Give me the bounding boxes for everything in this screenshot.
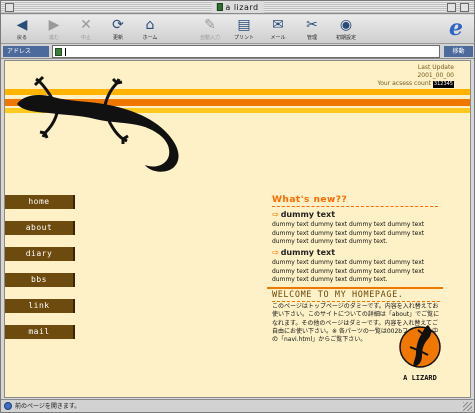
welcome-divider — [272, 301, 440, 302]
nav-diary-label: diary — [25, 249, 53, 258]
address-label: アドレス — [3, 46, 49, 57]
arrow-bullet-icon: ⇨ — [272, 248, 279, 257]
news-item-body: dummy text dummy text dummy text dummy t… — [272, 221, 425, 245]
back-arrow-icon: ◀ — [16, 17, 28, 33]
access-counter: 312345 — [432, 81, 454, 88]
welcome-title: WELCOME TO MY HOMEPAGE. — [272, 290, 404, 300]
back-button[interactable]: ◀ 戻る — [7, 16, 37, 43]
access-count-row: Your acsess count 312345 — [377, 80, 454, 88]
forward-arrow-icon: ▶ — [48, 17, 60, 33]
print-label: プリント — [233, 35, 254, 41]
home-button[interactable]: ⌂ ホーム — [135, 16, 165, 43]
browser-window: a lizard ◀ 戻る ▶ 進む ✕ 中止 ⟳ 更新 ⌂ ホーム ✎ 自動入… — [0, 0, 475, 413]
web-page: Last Update 2001_00_00 Your acsess count… — [4, 60, 471, 398]
go-button[interactable]: 移動 — [444, 46, 473, 57]
print-icon: ▤ — [237, 17, 251, 33]
preferences-icon: ◉ — [339, 17, 353, 33]
home-label: ホーム — [142, 35, 158, 41]
autofill-icon: ✎ — [204, 17, 216, 33]
browser-toolbar: ◀ 戻る ▶ 進む ✕ 中止 ⟳ 更新 ⌂ ホーム ✎ 自動入力 ▤ プリント … — [1, 15, 474, 44]
nav-bbs[interactable]: bbs — [5, 273, 75, 287]
mail-label: メール — [270, 35, 286, 41]
forward-label: 進む — [48, 35, 59, 41]
refresh-button[interactable]: ⟳ 更新 — [103, 16, 133, 43]
last-update-label: Last Update — [417, 64, 454, 71]
address-input[interactable] — [52, 45, 440, 58]
status-bar: 前のページを開きます。 — [1, 399, 474, 412]
autofill-button[interactable]: ✎ 自動入力 — [195, 16, 225, 43]
preferences-label: 初期設定 — [335, 35, 356, 41]
nav-link-label: link — [28, 301, 50, 310]
window-title: a lizard — [211, 1, 264, 13]
windowshade-box[interactable] — [460, 3, 469, 12]
window-title-text: a lizard — [225, 2, 259, 12]
nav-mail[interactable]: mail — [5, 325, 75, 339]
tools-label: 管理 — [306, 35, 317, 41]
section-divider — [267, 287, 443, 289]
document-icon — [216, 3, 223, 11]
arrow-bullet-icon: ⇨ — [272, 210, 279, 219]
access-count-label: Your acsess count — [377, 80, 431, 87]
nav-bbs-label: bbs — [31, 275, 47, 284]
autofill-label: 自動入力 — [199, 35, 220, 41]
page-proxy-icon[interactable] — [55, 48, 62, 56]
last-update-date: 2001_00_00 — [417, 72, 454, 79]
resize-grip[interactable] — [463, 402, 472, 411]
preferences-button[interactable]: ◉ 初期設定 — [331, 16, 361, 43]
forward-button[interactable]: ▶ 進む — [39, 16, 69, 43]
refresh-label: 更新 — [112, 35, 123, 41]
address-bar: アドレス 移動 — [1, 44, 474, 59]
close-box[interactable] — [5, 3, 14, 12]
refresh-icon: ⟳ — [112, 17, 124, 33]
lizard-badge: A LIZARD — [399, 325, 441, 382]
stop-x-icon: ✕ — [80, 17, 92, 33]
nav-diary[interactable]: diary — [5, 247, 75, 261]
nav-about-label: about — [25, 223, 53, 232]
news-item-heading: ⇨ dummy text — [272, 248, 335, 257]
back-label: 戻る — [16, 35, 27, 41]
nav-link[interactable]: link — [5, 299, 75, 313]
nav-mail-label: mail — [28, 327, 50, 336]
tools-button[interactable]: ✂ 管理 — [297, 16, 327, 43]
lizard-logo — [17, 75, 179, 172]
status-message: 前のページを開きます。 — [15, 403, 81, 410]
last-update-block: Last Update 2001_00_00 Your acsess count… — [377, 64, 454, 88]
news-heading-text: dummy text — [280, 210, 336, 219]
nav-home-label: home — [28, 197, 50, 206]
mail-icon: ✉ — [272, 17, 284, 33]
stop-label: 中止 — [80, 35, 91, 41]
title-bar[interactable]: a lizard — [1, 1, 474, 14]
whats-new-title: What's new?? — [272, 195, 348, 205]
globe-icon — [4, 402, 12, 410]
whats-new-divider — [272, 206, 438, 207]
news-item-body: dummy text dummy text dummy text dummy t… — [272, 259, 425, 283]
stop-button[interactable]: ✕ 中止 — [71, 16, 101, 43]
badge-text: A LIZARD — [403, 374, 437, 382]
mail-button[interactable]: ✉ メール — [263, 16, 293, 43]
nav-about[interactable]: about — [5, 221, 75, 235]
tools-icon: ✂ — [306, 17, 318, 33]
news-item-heading: ⇨ dummy text — [272, 210, 335, 219]
news-heading-text: dummy text — [280, 248, 336, 257]
nav-home[interactable]: home — [5, 195, 75, 209]
text-caret — [65, 48, 66, 56]
print-button[interactable]: ▤ プリント — [229, 16, 259, 43]
ie-logo-icon[interactable]: e — [444, 17, 468, 41]
home-icon: ⌂ — [145, 17, 155, 33]
zoom-box[interactable] — [447, 3, 456, 12]
